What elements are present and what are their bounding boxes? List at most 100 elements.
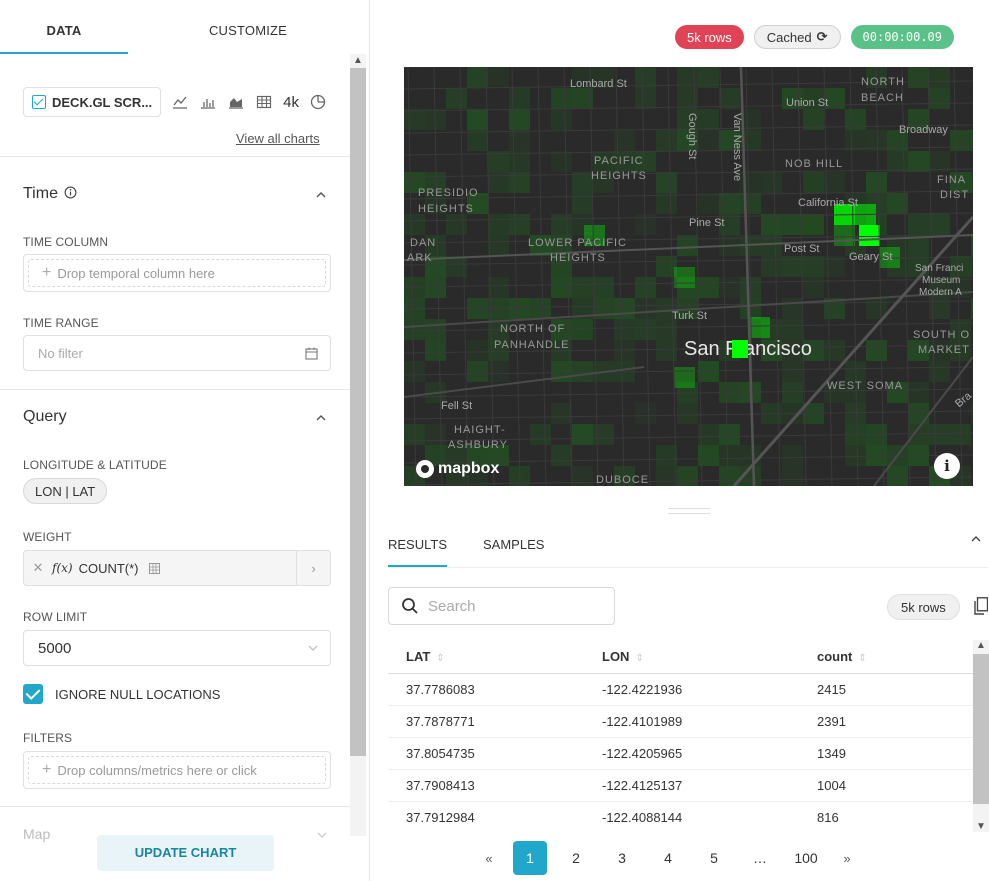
time-range-input[interactable]: No filter xyxy=(23,335,331,371)
pagination-prev[interactable]: « xyxy=(477,841,501,875)
heat-cell xyxy=(572,424,593,445)
tab-customize[interactable]: CUSTOMIZE xyxy=(128,0,368,54)
map-label: HEIGHTS xyxy=(418,203,474,215)
view-all-charts-link[interactable]: View all charts xyxy=(236,131,320,146)
divider xyxy=(388,567,988,568)
heat-cell xyxy=(509,109,530,130)
chevron-down-icon xyxy=(308,645,318,651)
status-badges: 5k rows Cached ⟳ 00:00:00.09 xyxy=(675,25,954,49)
filters-dropzone[interactable]: + Drop columns/metrics here or click xyxy=(23,751,331,789)
pagination-page[interactable]: 1 xyxy=(513,841,547,875)
map-label: Geary St xyxy=(849,251,893,263)
chevron-up-icon[interactable] xyxy=(315,412,327,424)
copy-icon[interactable] xyxy=(974,597,988,615)
update-chart-button[interactable]: UPDATE CHART xyxy=(97,835,274,871)
map-label: NOB HILL xyxy=(785,158,844,170)
chevron-right-icon[interactable]: › xyxy=(296,551,330,585)
scroll-up-icon[interactable]: ▲ xyxy=(353,54,363,68)
heat-cell xyxy=(950,130,971,151)
remove-icon[interactable]: ✕ xyxy=(24,560,52,576)
heat-cell xyxy=(782,361,803,382)
heat-cell xyxy=(971,172,973,193)
heat-cell xyxy=(530,298,551,319)
map-label: California St xyxy=(798,197,858,209)
sort-icon[interactable]: ⇕ xyxy=(635,653,643,664)
chevron-up-icon[interactable] xyxy=(970,534,982,544)
mapbox-logo-text: mapbox xyxy=(438,460,500,477)
table-row: 37.7912984 -122.4088144 816 xyxy=(388,802,973,832)
heat-cell xyxy=(635,298,656,319)
heat-cell xyxy=(908,382,929,403)
row-limit-select[interactable]: 5000 xyxy=(23,630,331,666)
column-header-count[interactable]: count ⇕ xyxy=(799,649,973,664)
chevron-up-icon[interactable] xyxy=(315,189,327,201)
info-icon[interactable]: i xyxy=(934,453,960,479)
heat-cell xyxy=(425,277,446,298)
resize-handle[interactable] xyxy=(668,508,710,514)
search-icon xyxy=(402,598,418,614)
cached-badge[interactable]: Cached ⟳ xyxy=(753,25,841,49)
table-scrollbar[interactable]: ▲ ▼ xyxy=(973,640,989,832)
time-column-dropzone[interactable]: + Drop temporal column here xyxy=(23,254,331,292)
scroll-down-icon[interactable]: ▼ xyxy=(976,821,986,832)
table-cell: 2391 xyxy=(817,714,846,729)
viz-type-selector[interactable]: DECK.GL SCR... xyxy=(23,87,162,117)
column-header-lon[interactable]: LON ⇕ xyxy=(584,649,799,664)
chevron-down-icon[interactable] xyxy=(316,830,328,840)
pagination-page[interactable]: 100 xyxy=(789,841,823,875)
pagination-next[interactable]: » xyxy=(835,841,859,875)
heat-cell xyxy=(425,319,446,340)
checkbox-checked-icon[interactable] xyxy=(23,684,43,704)
table-cell: 2415 xyxy=(817,682,846,697)
heat-cell xyxy=(782,298,803,319)
heat-cell xyxy=(572,361,593,382)
big-number-icon[interactable]: 4k xyxy=(283,94,299,111)
controls-scrollbar[interactable]: ▲ xyxy=(350,54,366,836)
time-section-title[interactable]: Time xyxy=(23,185,77,203)
query-section-title[interactable]: Query xyxy=(23,408,67,426)
scrollbar-thumb[interactable] xyxy=(350,68,366,756)
map-section-title[interactable]: Map xyxy=(23,826,50,842)
heat-cell xyxy=(551,88,572,109)
heat-cell xyxy=(404,319,425,340)
heat-cell xyxy=(824,172,845,193)
viz-type-row: DECK.GL SCR... 4k xyxy=(23,87,327,117)
table-icon[interactable] xyxy=(255,93,273,111)
heat-cell xyxy=(887,151,908,172)
pagination-page[interactable]: 5 xyxy=(697,841,731,875)
bar-chart-icon[interactable] xyxy=(199,93,217,111)
search-input[interactable]: Search xyxy=(388,587,615,625)
tab-samples[interactable]: SAMPLES xyxy=(483,537,544,567)
sort-icon[interactable]: ⇕ xyxy=(436,653,444,664)
heat-cell xyxy=(719,277,740,298)
map-visualization[interactable]: Lombard St Union St NORTH BEACH Broadway… xyxy=(404,67,973,486)
line-chart-icon[interactable] xyxy=(171,93,189,111)
heat-cell xyxy=(509,151,530,172)
heat-cell xyxy=(509,214,530,235)
results-table: LAT ⇕ LON ⇕ count ⇕ 37.7786083 -122.4221936… xyxy=(388,640,973,832)
sort-icon[interactable]: ⇕ xyxy=(858,653,866,664)
heat-cell xyxy=(674,367,695,388)
map-label: Fell St xyxy=(441,400,473,412)
heat-cell xyxy=(656,130,677,151)
row-limit-label: ROW LIMIT xyxy=(23,610,88,624)
heat-cell xyxy=(761,214,782,235)
scrollbar-thumb[interactable] xyxy=(973,654,989,804)
search-placeholder: Search xyxy=(428,597,476,615)
mapbox-logo[interactable]: mapbox xyxy=(416,460,499,478)
scroll-up-icon[interactable]: ▲ xyxy=(976,640,986,651)
refresh-icon[interactable]: ⟳ xyxy=(817,29,828,45)
heat-cell xyxy=(677,403,698,424)
pie-chart-icon[interactable] xyxy=(309,93,327,111)
tab-data[interactable]: DATA xyxy=(0,0,128,54)
tab-results[interactable]: RESULTS xyxy=(388,537,447,567)
pagination-page[interactable]: 2 xyxy=(559,841,593,875)
area-chart-icon[interactable] xyxy=(227,93,245,111)
lonlat-pill[interactable]: LON | LAT xyxy=(23,478,108,504)
pagination-page[interactable]: 4 xyxy=(651,841,685,875)
ignore-null-checkbox-row[interactable]: IGNORE NULL LOCATIONS xyxy=(23,684,220,704)
pagination-page[interactable]: 3 xyxy=(605,841,639,875)
weight-metric[interactable]: ✕ f(x) COUNT(*) › xyxy=(23,550,331,586)
column-header-lat[interactable]: LAT ⇕ xyxy=(388,649,584,664)
heat-cell xyxy=(698,193,719,214)
